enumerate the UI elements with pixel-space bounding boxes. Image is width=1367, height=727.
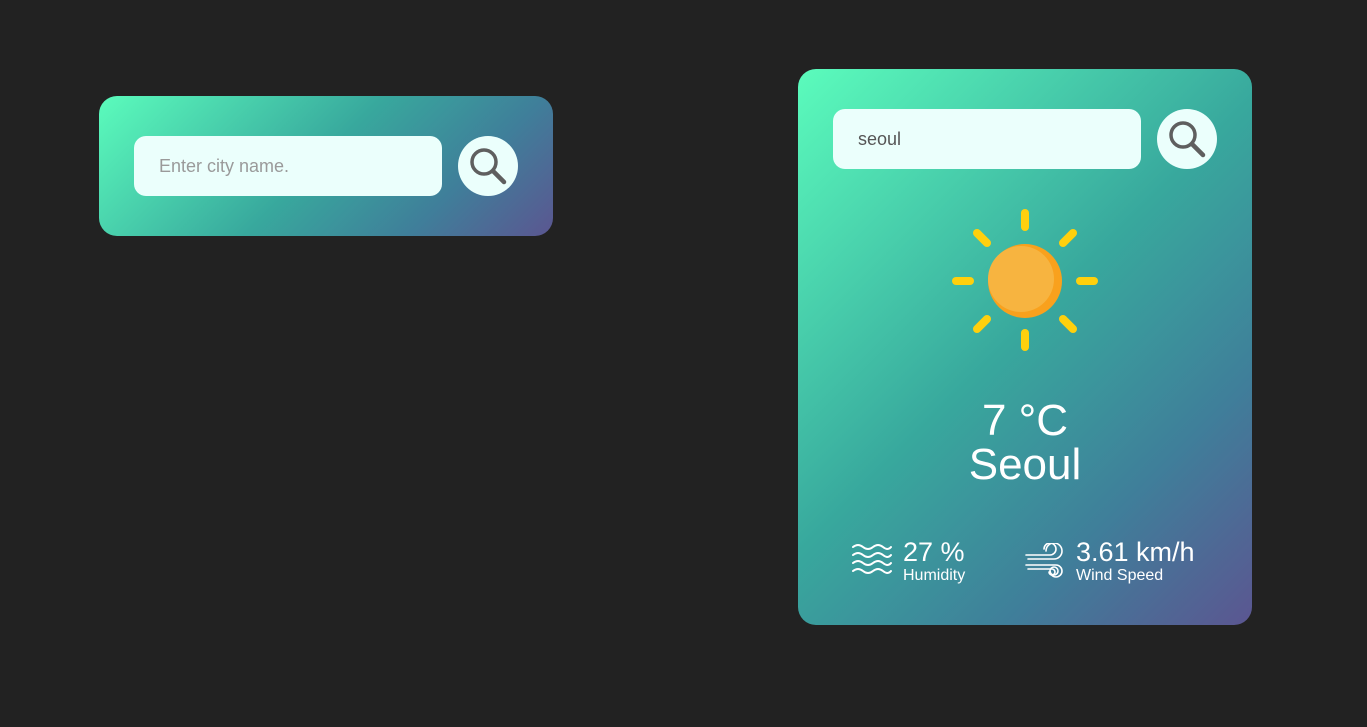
wind-stat: 3.61 km/h Wind Speed [1024, 537, 1224, 585]
search-button[interactable] [1157, 109, 1217, 169]
wind-speed-label: Wind Speed [1076, 567, 1164, 584]
search-card [99, 96, 553, 236]
search-icon [470, 148, 507, 185]
humidity-waves-icon [852, 544, 892, 574]
wind-speed-value: 3.61 km/h [1076, 537, 1195, 567]
city-name: Seoul [968, 440, 1082, 489]
humidity-stat: 27 % Humidity [851, 537, 1001, 585]
weather-card: 7 °C Seoul 27 % Humidity 3.61 km/h Wind … [798, 69, 1252, 625]
search-row [134, 136, 518, 196]
search-icon [1169, 121, 1206, 158]
city-search-input[interactable] [134, 136, 442, 196]
humidity-label: Humidity [903, 567, 966, 584]
city-search-input[interactable] [833, 109, 1141, 169]
temperature-value: 7 °C [981, 396, 1069, 445]
sun-icon [952, 209, 1098, 351]
humidity-value: 27 % [903, 537, 965, 567]
search-row [833, 109, 1217, 169]
search-button[interactable] [458, 136, 518, 196]
wind-icon [1025, 543, 1063, 578]
